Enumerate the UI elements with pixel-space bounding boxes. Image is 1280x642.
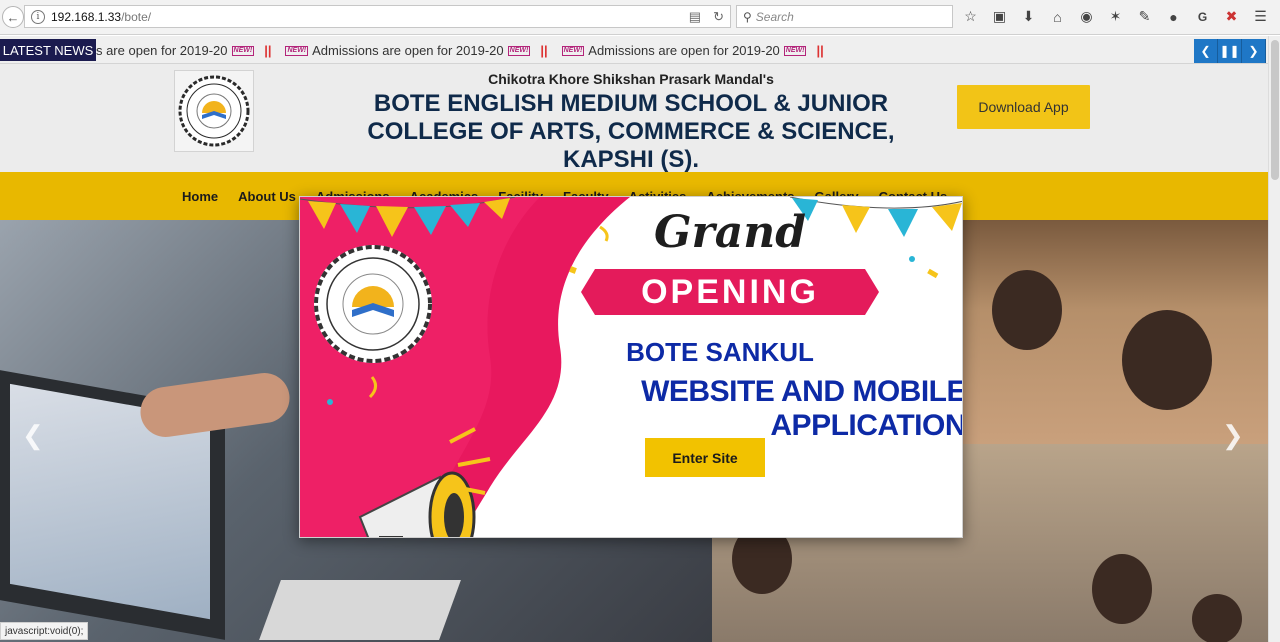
page-scrollbar[interactable] — [1268, 36, 1280, 642]
news-separator: || — [816, 43, 824, 58]
status-bar-text: javascript:void(0); — [0, 622, 89, 640]
news-prev-button[interactable]: ❮ — [1194, 39, 1218, 63]
school-seal-icon — [314, 245, 432, 363]
site-header: Chikotra Khore Shikshan Prasark Mandal's… — [0, 64, 1268, 173]
slider-prev-icon[interactable]: ❮ — [22, 420, 44, 451]
news-next-button[interactable]: ❯ — [1242, 39, 1266, 63]
new-badge: NEW! — [561, 45, 585, 56]
latest-news-label: LATEST NEWS — [0, 39, 96, 61]
modal-title-line1: BOTE SANKUL — [626, 337, 814, 367]
extension-icon-3[interactable]: ✖ — [1221, 6, 1242, 27]
search-input[interactable]: ⚲ Search — [736, 5, 953, 28]
school-seal-icon — [178, 75, 250, 147]
hand-graphic — [137, 369, 293, 441]
eyedropper-icon[interactable]: ✎ — [1134, 6, 1155, 27]
modal-title-line2: WEBSITE AND MOBILE APPLICATION — [641, 375, 963, 442]
menu-icon[interactable]: ☰ — [1250, 6, 1271, 27]
nav-about-us[interactable]: About Us — [238, 189, 296, 204]
reload-icon[interactable]: ↻ — [713, 9, 724, 25]
download-app-button[interactable]: Download App — [957, 85, 1090, 129]
pocket-icon[interactable]: ◉ — [1076, 6, 1097, 27]
reading-list-icon[interactable]: ▣ — [989, 6, 1010, 27]
grammarly-icon[interactable]: G — [1192, 6, 1213, 27]
school-name: BOTE ENGLISH MEDIUM SCHOOL & JUNIOR COLL… — [367, 90, 895, 173]
news-item[interactable]: Admissions are open for 2019-20 NEW! || — [96, 43, 281, 58]
news-item[interactable]: NEW! Admissions are open for 2019-20 NEW… — [558, 43, 834, 58]
news-ticker: Admissions are open for 2019-20 NEW! || … — [96, 36, 1191, 64]
news-item[interactable]: NEW! Admissions are open for 2019-20 NEW… — [281, 43, 557, 58]
news-ticker-bar: LATEST NEWS Admissions are open for 2019… — [0, 36, 1268, 64]
slider-next-icon[interactable]: ❯ — [1222, 420, 1244, 451]
nav-home[interactable]: Home — [182, 189, 218, 204]
search-icon: ⚲ — [743, 9, 752, 24]
back-button[interactable]: ← — [2, 6, 24, 28]
news-controls: ❮ ❚❚ ❯ — [1194, 39, 1266, 63]
extension-icon-2[interactable]: ● — [1163, 6, 1184, 27]
new-badge: NEW! — [507, 45, 531, 56]
reader-view-icon[interactable]: ▤ — [689, 9, 701, 25]
url-path: /bote/ — [121, 9, 152, 24]
news-separator: || — [540, 43, 548, 58]
browser-toolbar: ← i 192.168.1.33/bote/ ▤ ↻ ⚲ Search ☆ ▣ … — [0, 0, 1280, 35]
new-badge: NEW! — [231, 45, 255, 56]
news-separator: || — [264, 43, 272, 58]
grand-heading: Grand — [653, 207, 807, 258]
search-placeholder: Search — [755, 9, 794, 24]
downloads-icon[interactable]: ⬇ — [1018, 6, 1039, 27]
modal-school-logo — [314, 245, 432, 363]
school-logo[interactable] — [174, 70, 254, 152]
info-icon[interactable]: i — [31, 9, 45, 24]
keyboard-graphic — [259, 580, 461, 640]
slide-photo-library — [962, 220, 1268, 444]
grand-opening-modal[interactable]: Grand OPENING BOTE SANKUL WEBSITE AND MO… — [299, 196, 963, 538]
org-name: Chikotra Khore Shikshan Prasark Mandal's — [488, 71, 774, 87]
opening-ribbon: OPENING — [581, 269, 879, 315]
url-host: 192.168.1.33 — [51, 9, 122, 24]
home-icon[interactable]: ⌂ — [1047, 6, 1068, 27]
address-bar[interactable]: i 192.168.1.33/bote/ ▤ ↻ — [24, 5, 731, 28]
extension-icon-1[interactable]: ✶ — [1105, 6, 1126, 27]
enter-site-button[interactable]: Enter Site — [645, 438, 765, 477]
new-badge: NEW! — [783, 45, 807, 56]
news-pause-button[interactable]: ❚❚ — [1218, 39, 1242, 63]
new-badge: NEW! — [285, 45, 309, 56]
bookmark-star-icon[interactable]: ☆ — [960, 6, 981, 27]
